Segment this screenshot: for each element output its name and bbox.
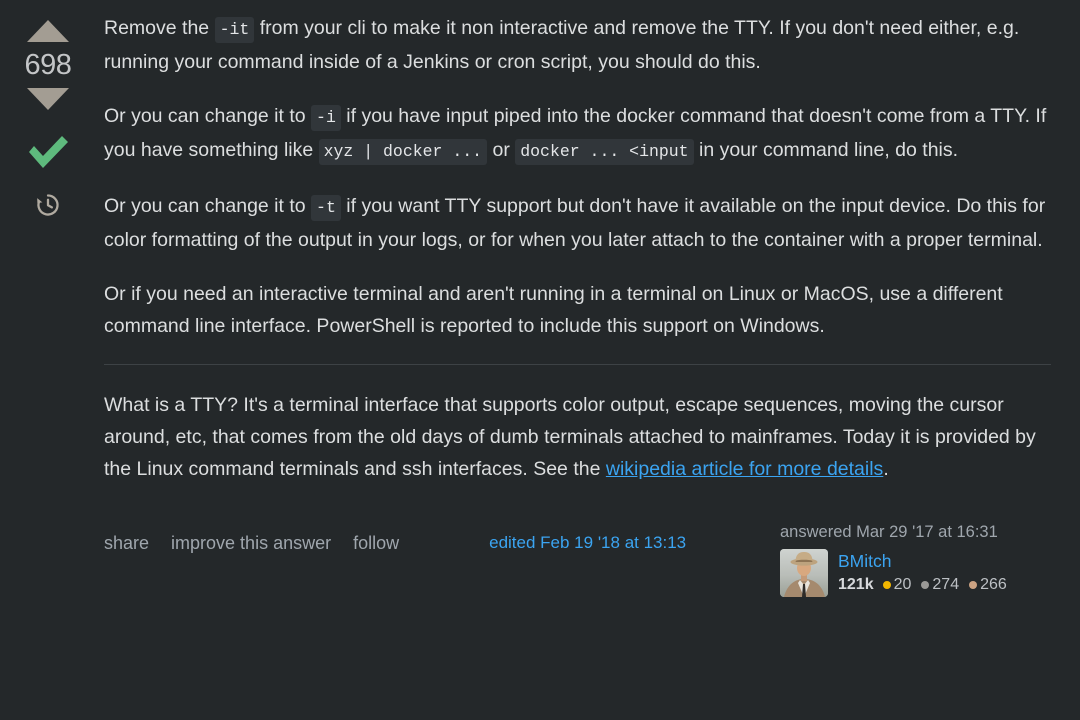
bronze-badge-count: 266	[980, 576, 1007, 593]
silver-badge-count: 274	[932, 576, 960, 593]
user-details: BMitch 121k 20 274 266	[838, 549, 1013, 596]
user-row: BMitch 121k 20 274 266	[780, 549, 1050, 597]
share-link[interactable]: share	[104, 533, 149, 554]
downvote-button[interactable]	[27, 88, 69, 110]
vote-score: 698	[24, 49, 72, 81]
post-history-icon[interactable]	[35, 192, 61, 218]
post-divider	[104, 364, 1051, 365]
post-actions: share improve this answer follow	[104, 523, 399, 554]
answered-timestamp: answered Mar 29 '17 at 16:31	[780, 523, 998, 541]
upvote-button[interactable]	[27, 20, 69, 42]
follow-link[interactable]: follow	[353, 533, 399, 554]
paragraph-p1: Remove the -it from your cli to make it …	[104, 17, 1020, 73]
edited-timestamp-link[interactable]: edited Feb 19 '18 at 13:13	[489, 533, 686, 552]
gold-badge[interactable]: 20	[882, 574, 912, 596]
user-reputation: 121k	[838, 576, 874, 593]
silver-badge[interactable]: 274	[921, 574, 959, 596]
user-reputation-and-badges: 121k 20 274 266	[838, 574, 1013, 596]
post-footer: share improve this answer follow edited Fe…	[104, 523, 1050, 597]
paragraph-p2: Or you can change it to -i if you have i…	[104, 100, 1050, 168]
avatar[interactable]	[780, 549, 828, 597]
gold-badge-icon	[882, 581, 891, 589]
answer-post: 698 Remove the -it from your cli to make…	[0, 0, 1080, 720]
bronze-badge[interactable]: 266	[969, 574, 1007, 596]
user-name-link[interactable]: BMitch	[838, 550, 1013, 572]
inline-code: -t	[311, 195, 341, 221]
accepted-answer-icon	[23, 132, 73, 172]
inline-code: -i	[311, 105, 341, 131]
answerer-user-card: answered Mar 29 '17 at 16:31 BMitch 121k…	[780, 523, 1050, 597]
vote-cell: 698	[0, 0, 96, 720]
answer-body-column: Remove the -it from your cli to make it …	[96, 0, 1080, 720]
paragraph-p4: Or if you need an interactive terminal a…	[104, 283, 1003, 337]
silver-badge-icon	[921, 581, 930, 589]
inline-code: -it	[214, 17, 255, 43]
post-edit-info: edited Feb 19 '18 at 13:13	[399, 523, 780, 553]
inline-code: docker ... <input	[515, 139, 694, 165]
wikipedia-link[interactable]: wikipedia article for more details	[606, 458, 883, 480]
improve-this-answer-link[interactable]: improve this answer	[171, 533, 331, 554]
paragraph-p5: What is a TTY? It's a terminal interface…	[104, 394, 1036, 480]
bronze-badge-icon	[969, 581, 978, 589]
paragraph-p3: Or you can change it to -t if you want T…	[104, 195, 1046, 251]
post-text: Remove the -it from your cli to make it …	[104, 12, 1051, 485]
gold-badge-count: 20	[893, 576, 912, 593]
inline-code: xyz | docker ...	[318, 139, 488, 165]
